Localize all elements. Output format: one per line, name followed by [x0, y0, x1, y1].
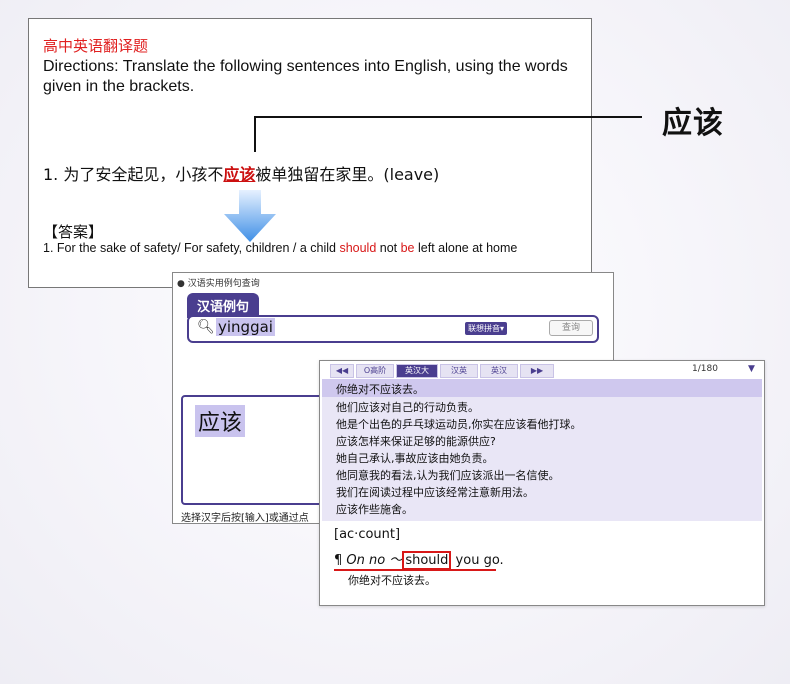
answer-part: not — [376, 241, 401, 255]
example-underline — [334, 569, 496, 571]
sentence-before: 1. 为了安全起见，小孩不 — [43, 165, 224, 184]
search-icon: 🔍︎ — [197, 319, 215, 335]
answer-part: 1. For the sake of safety/ For safety, c… — [43, 241, 340, 255]
search-input[interactable]: yinggai — [216, 318, 275, 336]
list-item[interactable]: 他是个出色的乒乓球运动员,你实在应该看他打球。 — [336, 416, 582, 432]
list-item[interactable]: 应该怎样来保证足够的能源供应? — [336, 433, 496, 449]
pointer-line-horizontal — [254, 116, 642, 118]
down-arrow-icon — [224, 190, 276, 242]
tab-ying-han-da[interactable]: 英汉大 — [396, 364, 438, 378]
tab-han-ying[interactable]: 汉英 — [440, 364, 478, 378]
example-prefix: ¶ — [334, 553, 347, 568]
list-item[interactable]: 他们应该对自己的行动负责。 — [336, 399, 479, 415]
example-translation: 你绝对不应该去。 — [348, 574, 436, 587]
question-sentence: 1. 为了安全起见，小孩不应该被单独留在家里。(leave) — [43, 161, 439, 185]
pointer-line-vertical — [254, 116, 256, 152]
question-card: 高中英语翻译题 Directions: Translate the follow… — [28, 18, 592, 288]
question-title: 高中英语翻译题 — [43, 37, 149, 55]
search-window-header: ● 汉语实用例句查询 — [177, 279, 260, 289]
answer-text: 1. For the sake of safety/ For safety, c… — [43, 241, 517, 255]
list-item[interactable]: 你绝对不应该去。 — [336, 381, 424, 397]
list-item[interactable]: 她自己承认,事故应该由她负责。 — [336, 450, 494, 466]
input-mode-dropdown[interactable]: 联想拼音▾ — [465, 322, 508, 335]
dropdown-triangle-icon[interactable]: ▼ — [748, 364, 755, 374]
example-sentence: ¶ On no ～ should you go. — [334, 549, 504, 570]
example-boxed-word: should — [402, 551, 452, 570]
list-item[interactable]: 应该作些施舍。 — [336, 501, 413, 517]
example-rest: you go. — [451, 553, 504, 568]
entry-word: [ac·count] — [334, 527, 401, 542]
tab-prev[interactable]: ◀◀ — [330, 364, 354, 378]
sentence-after: 被单独留在家里。(leave) — [255, 165, 440, 184]
result-window: ◀◀ O高阶 英汉大 汉英 英汉 ▶▶ 1/180 ▼ 你绝对不应该去。 他们应… — [319, 360, 765, 606]
list-item[interactable]: 我们在阅读过程中应该经常注意新用法。 — [336, 484, 534, 500]
result-count: 1/180 — [692, 364, 718, 374]
callout-label: 应该 — [662, 106, 724, 141]
sentence-list: 你绝对不应该去。 他们应该对自己的行动负责。 他是个出色的乒乓球运动员,你实在应… — [322, 379, 762, 521]
tab-ying-han[interactable]: 英汉 — [480, 364, 518, 378]
answer-keyword: be — [400, 241, 415, 255]
tab-next[interactable]: ▶▶ — [520, 364, 554, 378]
question-directions: Directions: Translate the following sent… — [43, 58, 568, 95]
result-word[interactable]: 应该 — [195, 405, 246, 437]
answer-keyword: should — [339, 241, 377, 255]
dictionary-tabs: ◀◀ O高阶 英汉大 汉英 英汉 ▶▶ 1/180 ▼ — [320, 361, 764, 379]
list-item[interactable]: 他同意我的看法,认为我们应该派出一名信使。 — [336, 467, 560, 483]
answer-part: left alone at home — [414, 241, 518, 255]
answer-heading: 【答案】 — [43, 223, 104, 241]
search-window-footer: 选择汉字后按[输入]或通过点 — [181, 513, 309, 524]
search-bar[interactable]: 🔍︎ yinggai 联想拼音▾ 查询 — [187, 315, 599, 343]
sentence-highlight: 应该 — [223, 165, 256, 184]
example-italic: On no ～ — [346, 553, 403, 568]
search-button[interactable]: 查询 — [549, 320, 593, 336]
tab-oxford-advanced[interactable]: O高阶 — [356, 364, 394, 378]
